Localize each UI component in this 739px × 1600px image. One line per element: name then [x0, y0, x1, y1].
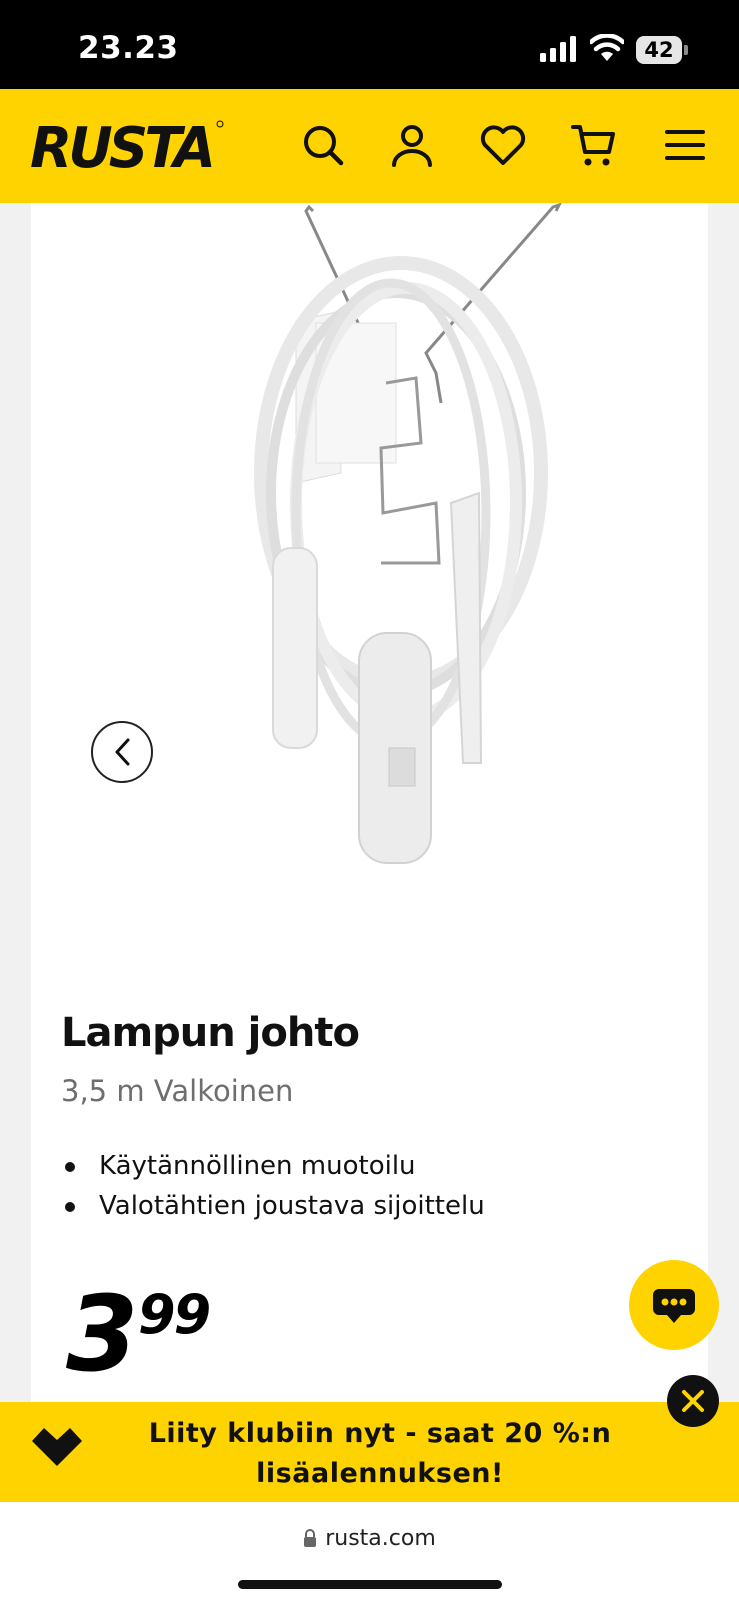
product-title: Lampun johto: [61, 1010, 360, 1056]
cart-icon[interactable]: [568, 119, 620, 171]
club-banner-text: Liity klubiin nyt - saat 20 %:n lisäalen…: [148, 1418, 612, 1489]
signal-icon: [540, 36, 576, 62]
lock-icon: [304, 1529, 317, 1547]
feature-item: Käytännöllinen muotoilu: [61, 1146, 485, 1186]
battery-icon: 42: [636, 36, 688, 64]
wishlist-heart-icon[interactable]: [477, 119, 529, 171]
chat-bubble-icon: [653, 1289, 695, 1323]
chevron-left-icon: [115, 738, 130, 766]
product-features: Käytännöllinen muotoilu Valotähtien jous…: [61, 1146, 485, 1226]
url-text: rusta.com: [325, 1526, 436, 1551]
browser-url-bar[interactable]: rusta.com: [0, 1502, 739, 1600]
battery-level: 42: [636, 36, 682, 64]
search-icon[interactable]: [297, 119, 349, 171]
close-banner-button[interactable]: [667, 1375, 719, 1427]
feature-item: Valotähtien joustava sijoittelu: [61, 1186, 485, 1226]
wifi-icon: [590, 34, 624, 61]
product-subtitle: 3,5 m Valkoinen: [61, 1074, 294, 1108]
svg-text:RUSTA: RUSTA: [30, 117, 212, 175]
account-icon[interactable]: [386, 119, 438, 171]
status-time: 23.23: [78, 30, 179, 66]
site-header: RUSTA: [0, 89, 739, 203]
heart-icon: [32, 1428, 82, 1466]
price-integer: 3: [66, 1273, 138, 1395]
menu-icon[interactable]: [659, 119, 711, 171]
previous-image-button[interactable]: [91, 721, 153, 783]
chat-button[interactable]: [629, 1260, 719, 1350]
price-decimals: 99: [138, 1283, 211, 1346]
product-price: 3 99: [66, 1282, 211, 1386]
club-banner[interactable]: Liity klubiin nyt - saat 20 %:n lisäalen…: [0, 1402, 739, 1502]
close-icon: [682, 1390, 704, 1412]
product-image[interactable]: [211, 203, 591, 903]
status-bar: 23.23 42: [0, 0, 739, 89]
home-indicator: [238, 1580, 502, 1589]
rusta-logo[interactable]: RUSTA: [30, 117, 226, 175]
